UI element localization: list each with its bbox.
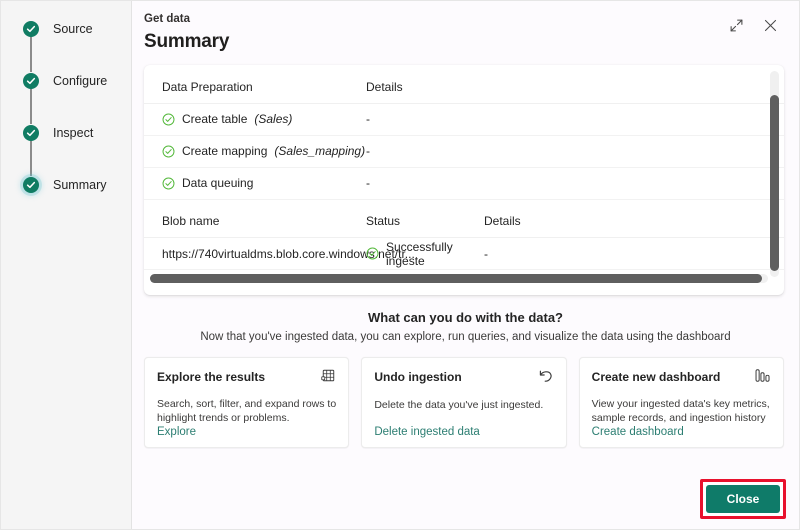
dialog-header: Get data Summary: [132, 1, 799, 56]
table-header-row: Data Preparation Details: [144, 71, 784, 104]
row-name: Data queuing: [182, 176, 254, 190]
dialog-content-pane: Get data Summary Data Preparation Detail…: [132, 1, 799, 529]
status-badge: Successfully ingeste: [386, 239, 453, 268]
column-header-details: Details: [366, 71, 484, 104]
promo-subtitle: Now that you've ingested data, you can e…: [200, 331, 731, 343]
page-title: Summary: [144, 31, 230, 52]
close-button-highlight: Close: [700, 479, 786, 519]
table-row: https://740virtualdms.blob.core.windows.…: [144, 237, 784, 270]
column-header-status: Status: [366, 205, 484, 238]
expand-icon[interactable]: [723, 12, 749, 38]
check-circle-icon: [162, 113, 175, 126]
step-connector-line: [30, 88, 32, 124]
card-link-create-dashboard[interactable]: Create dashboard: [592, 426, 684, 438]
wizard-step-summary[interactable]: Summary: [22, 175, 131, 227]
check-circle-icon: [162, 177, 175, 190]
wizard-step-rail: Source Configure Inspect Summary: [1, 1, 132, 529]
check-circle-icon: [366, 247, 379, 260]
row-name: Create mapping: [182, 144, 268, 158]
promo-section: What can you do with the data? Now that …: [132, 309, 799, 346]
check-circle-icon: [23, 177, 39, 193]
get-data-summary-dialog: Source Configure Inspect Summary Get dat…: [0, 0, 800, 530]
step-marker: [22, 175, 40, 193]
card-header: Undo ingestion: [374, 369, 553, 389]
horizontal-scrollbar[interactable]: [150, 274, 768, 283]
card-description: View your ingested data's key metrics, s…: [591, 398, 770, 424]
column-header-blob-name: Blob name: [144, 205, 366, 238]
check-circle-icon: [162, 145, 175, 158]
step-marker: [22, 19, 40, 72]
check-circle-icon: [23, 21, 39, 37]
column-header-blank: [484, 71, 784, 104]
row-name-detail: (Sales_mapping): [274, 144, 366, 158]
data-preparation-table: Data Preparation Details Create table (S…: [144, 71, 784, 200]
row-name-detail: (Sales): [254, 112, 293, 126]
dialog-footer: Close: [132, 475, 799, 529]
step-connector-line: [30, 36, 32, 72]
card-header: Explore the results: [157, 369, 336, 388]
card-link-explore[interactable]: Explore: [157, 426, 196, 438]
header-actions: [723, 12, 783, 38]
wizard-step-inspect[interactable]: Inspect: [22, 123, 131, 176]
wizard-step-label: Summary: [53, 178, 107, 192]
check-circle-icon: [23, 73, 39, 89]
action-cards: Explore the results Search, sort, filter…: [144, 357, 784, 448]
row-name: Create table: [182, 112, 248, 126]
card-title: Explore the results: [157, 370, 266, 384]
close-icon[interactable]: [757, 12, 783, 38]
summary-table-card: Data Preparation Details Create table (S…: [144, 65, 784, 295]
row-details: -: [484, 237, 784, 270]
wizard-step-label: Configure: [53, 74, 108, 88]
summary-table-scroll-region[interactable]: Data Preparation Details Create table (S…: [144, 65, 784, 295]
wizard-step-label: Inspect: [53, 126, 94, 140]
table-grid-icon: [321, 368, 336, 388]
vertical-scrollbar-thumb[interactable]: [770, 95, 779, 271]
row-details: -: [366, 167, 484, 200]
card-create-new-dashboard[interactable]: Create new dashboard View your ingested …: [578, 357, 784, 448]
column-header-data-preparation: Data Preparation: [144, 71, 366, 104]
breadcrumb: Get data: [144, 13, 191, 25]
undo-arrow-icon: [538, 368, 554, 389]
card-title: Undo ingestion: [374, 370, 462, 384]
blob-status-table: Blob name Status Details https://740virt…: [144, 205, 784, 270]
step-connector-line: [30, 140, 32, 176]
card-title: Create new dashboard: [591, 370, 721, 384]
bar-chart-icon: [755, 368, 771, 388]
step-marker: [22, 123, 40, 176]
wizard-step-configure[interactable]: Configure: [22, 71, 131, 124]
card-description: Delete the data you've just ingested.: [374, 399, 544, 411]
table-header-row: Blob name Status Details: [144, 205, 784, 238]
row-details: -: [366, 103, 484, 136]
card-header: Create new dashboard: [592, 369, 771, 388]
card-link-delete-ingested-data[interactable]: Delete ingested data: [374, 426, 480, 438]
table-row: Create table (Sales) -: [144, 103, 784, 136]
card-explore-the-results[interactable]: Explore the results Search, sort, filter…: [144, 357, 350, 448]
wizard-step-label: Source: [53, 22, 93, 36]
check-circle-icon: [23, 125, 39, 141]
card-undo-ingestion[interactable]: Undo ingestion Delete the data you've ju…: [361, 357, 567, 448]
column-header-details: Details: [484, 205, 784, 238]
table-row: Data queuing -: [144, 167, 784, 200]
close-button[interactable]: Close: [706, 485, 780, 513]
row-details: -: [366, 135, 484, 168]
table-row: Create mapping (Sales_mapping) -: [144, 135, 784, 168]
vertical-scrollbar[interactable]: [770, 71, 779, 277]
wizard-step-source[interactable]: Source: [22, 19, 131, 72]
promo-title: What can you do with the data?: [368, 310, 563, 325]
wizard-steps: Source Configure Inspect Summary: [1, 19, 131, 227]
card-description: Search, sort, filter, and expand rows to…: [157, 398, 337, 424]
horizontal-scrollbar-thumb[interactable]: [150, 274, 762, 283]
step-marker: [22, 71, 40, 124]
